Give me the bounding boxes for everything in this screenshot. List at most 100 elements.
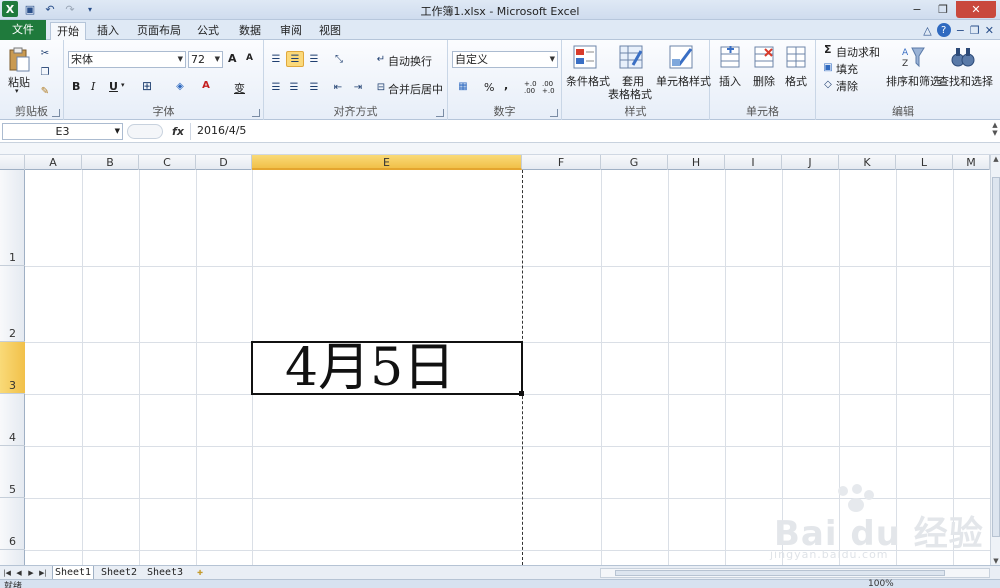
fill-color-icon[interactable]: ◈ xyxy=(172,79,188,93)
conditional-format-button[interactable]: 条件格式 xyxy=(566,73,610,89)
decrease-indent-icon[interactable]: ⇤ xyxy=(330,80,346,94)
insert-cells-button[interactable]: 插入 xyxy=(719,73,741,89)
tab-file[interactable]: 文件 xyxy=(0,20,46,40)
cell-styles-button[interactable]: 单元格样式 xyxy=(656,73,711,89)
align-middle-icon[interactable]: ☰ xyxy=(286,51,304,67)
border-icon[interactable]: ⊞ xyxy=(140,79,154,93)
merge-center-icon[interactable]: ⊟ xyxy=(374,80,388,94)
select-all-button[interactable] xyxy=(0,155,25,170)
delete-cells-button[interactable]: 删除 xyxy=(753,73,775,89)
find-select-button[interactable]: 查找和选择 xyxy=(938,73,993,89)
minimize-button[interactable]: − xyxy=(904,1,930,18)
orientation-icon[interactable]: ⤡ xyxy=(330,52,348,66)
paste-icon[interactable] xyxy=(6,46,32,74)
align-right-icon[interactable]: ☰ xyxy=(306,80,322,94)
format-cells-icon[interactable] xyxy=(784,44,808,70)
font-size-select[interactable]: 72 ▼ xyxy=(188,51,223,68)
fill-button[interactable]: 填充 xyxy=(836,61,858,77)
font-color-icon[interactable]: A xyxy=(198,78,214,92)
row-header-2[interactable]: 2 xyxy=(0,266,25,342)
tab-review[interactable]: 审阅 xyxy=(276,22,306,40)
column-header-b[interactable]: B xyxy=(82,155,139,170)
fill-handle[interactable] xyxy=(519,391,524,396)
column-header-k[interactable]: K xyxy=(839,155,896,170)
formula-scroll-icon[interactable]: ▲ ▼ xyxy=(990,121,1000,143)
conditional-format-icon[interactable] xyxy=(572,44,598,70)
insert-cells-icon[interactable] xyxy=(718,44,742,70)
scroll-up-icon[interactable]: ▲ xyxy=(991,155,1000,163)
copy-icon[interactable]: ❐ xyxy=(38,65,52,79)
wrap-text-icon[interactable]: ↵ xyxy=(374,52,388,66)
last-sheet-icon[interactable]: ▶| xyxy=(38,567,48,579)
next-sheet-icon[interactable]: ▶ xyxy=(26,567,36,579)
first-sheet-icon[interactable]: |◀ xyxy=(2,567,12,579)
tab-formulas[interactable]: 公式 xyxy=(192,22,224,40)
shrink-font-button[interactable]: A xyxy=(246,53,253,63)
row-header-1[interactable]: 1 xyxy=(0,170,25,266)
grow-font-button[interactable]: A xyxy=(228,52,237,65)
chevron-down-icon[interactable]: ▾ xyxy=(121,81,125,89)
sigma-icon[interactable]: Σ xyxy=(824,43,832,56)
column-header-f[interactable]: F xyxy=(522,155,601,170)
sheet-tab-1[interactable]: Sheet1 xyxy=(52,566,94,580)
cell-styles-icon[interactable] xyxy=(668,44,694,70)
align-center-icon[interactable]: ☰ xyxy=(286,80,302,94)
worksheet-grid[interactable]: 4月5日 xyxy=(25,170,990,565)
column-header-h[interactable]: H xyxy=(668,155,725,170)
autosum-button[interactable]: 自动求和 xyxy=(836,44,880,60)
paste-button[interactable]: 粘贴 xyxy=(8,74,30,90)
tab-page-layout[interactable]: 页面布局 xyxy=(134,22,184,40)
row-header-4[interactable]: 4 xyxy=(0,394,25,446)
delete-cells-icon[interactable] xyxy=(752,44,776,70)
column-header-j[interactable]: J xyxy=(782,155,839,170)
vertical-scroll-thumb[interactable] xyxy=(992,177,1000,537)
doc-minimize-icon[interactable]: − xyxy=(956,24,965,37)
formula-bar-divider[interactable] xyxy=(127,124,163,139)
number-format-select[interactable]: 自定义 ▼ xyxy=(452,51,558,68)
increase-decimal-button[interactable]: +.0 .00 xyxy=(524,81,540,95)
column-header-a[interactable]: A xyxy=(25,155,82,170)
decrease-decimal-button[interactable]: .00 +.0 xyxy=(542,81,558,95)
align-left-icon[interactable]: ☰ xyxy=(268,80,284,94)
find-select-icon[interactable] xyxy=(950,44,976,70)
scroll-down-icon[interactable]: ▼ xyxy=(991,557,1000,565)
percent-button[interactable]: % xyxy=(484,81,494,94)
sort-filter-button[interactable]: 排序和筛选 xyxy=(886,73,941,89)
prev-sheet-icon[interactable]: ◀ xyxy=(14,567,24,579)
horizontal-scroll-thumb[interactable] xyxy=(615,570,945,576)
align-bottom-icon[interactable]: ☰ xyxy=(306,52,322,66)
tab-insert[interactable]: 插入 xyxy=(92,22,124,40)
row-header-5[interactable]: 5 xyxy=(0,446,25,498)
clear-icon[interactable]: ◇ xyxy=(822,78,834,90)
format-cells-button[interactable]: 格式 xyxy=(785,73,807,89)
comma-button[interactable]: , xyxy=(504,79,508,92)
phonetic-button[interactable]: 变 xyxy=(234,80,245,96)
tab-view[interactable]: 视图 xyxy=(314,22,346,40)
horizontal-scrollbar[interactable] xyxy=(600,568,990,578)
vertical-scrollbar[interactable]: ▲ ▼ xyxy=(990,155,1000,565)
currency-icon[interactable]: ▦ xyxy=(454,79,472,93)
minimize-ribbon-icon[interactable]: △ xyxy=(923,24,931,37)
column-header-g[interactable]: G xyxy=(601,155,668,170)
column-header-e[interactable]: E xyxy=(252,155,522,170)
increase-indent-icon[interactable]: ⇥ xyxy=(350,80,366,94)
active-cell-e3[interactable]: 4月5日 xyxy=(251,341,523,395)
bold-button[interactable]: B xyxy=(72,80,80,93)
merge-center-button[interactable]: 合并后居中 xyxy=(388,81,443,97)
align-top-icon[interactable]: ☰ xyxy=(268,52,284,66)
column-header-l[interactable]: L xyxy=(896,155,953,170)
cut-icon[interactable]: ✂ xyxy=(38,46,52,60)
alignment-launcher-icon[interactable] xyxy=(436,109,444,117)
insert-function-button[interactable]: fx xyxy=(170,123,186,140)
tab-data[interactable]: 数据 xyxy=(234,22,266,40)
format-painter-icon[interactable]: ✎ xyxy=(38,84,52,98)
sheet-tab-3[interactable]: Sheet3 xyxy=(144,566,186,580)
name-box[interactable]: E3 ▼ xyxy=(2,123,123,140)
insert-sheet-icon[interactable]: ✚ xyxy=(192,567,208,579)
restore-button[interactable]: ❐ xyxy=(930,1,956,18)
column-header-d[interactable]: D xyxy=(196,155,252,170)
sort-filter-icon[interactable]: AZ xyxy=(900,44,926,70)
number-launcher-icon[interactable] xyxy=(550,109,558,117)
row-header-3[interactable]: 3 xyxy=(0,342,25,394)
format-as-table-button-line2[interactable]: 表格格式 xyxy=(608,86,652,102)
